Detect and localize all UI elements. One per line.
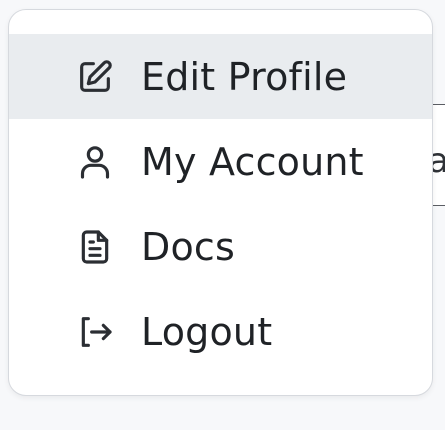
screen: a Edit Profile My Account xyxy=(0,0,445,430)
menu-item-docs[interactable]: Docs xyxy=(9,204,432,289)
menu-item-my-account[interactable]: My Account xyxy=(9,119,432,204)
menu-item-label: Edit Profile xyxy=(141,54,348,99)
edit-icon xyxy=(73,55,117,99)
menu-item-logout[interactable]: Logout xyxy=(9,289,432,374)
menu-item-edit-profile[interactable]: Edit Profile xyxy=(9,34,432,119)
user-icon xyxy=(73,140,117,184)
document-icon xyxy=(73,225,117,269)
logout-icon xyxy=(73,310,117,354)
user-dropdown-menu: Edit Profile My Account Docs Logout xyxy=(8,9,433,396)
menu-item-label: My Account xyxy=(141,139,364,184)
menu-item-label: Logout xyxy=(141,309,273,354)
menu-item-label: Docs xyxy=(141,224,236,269)
